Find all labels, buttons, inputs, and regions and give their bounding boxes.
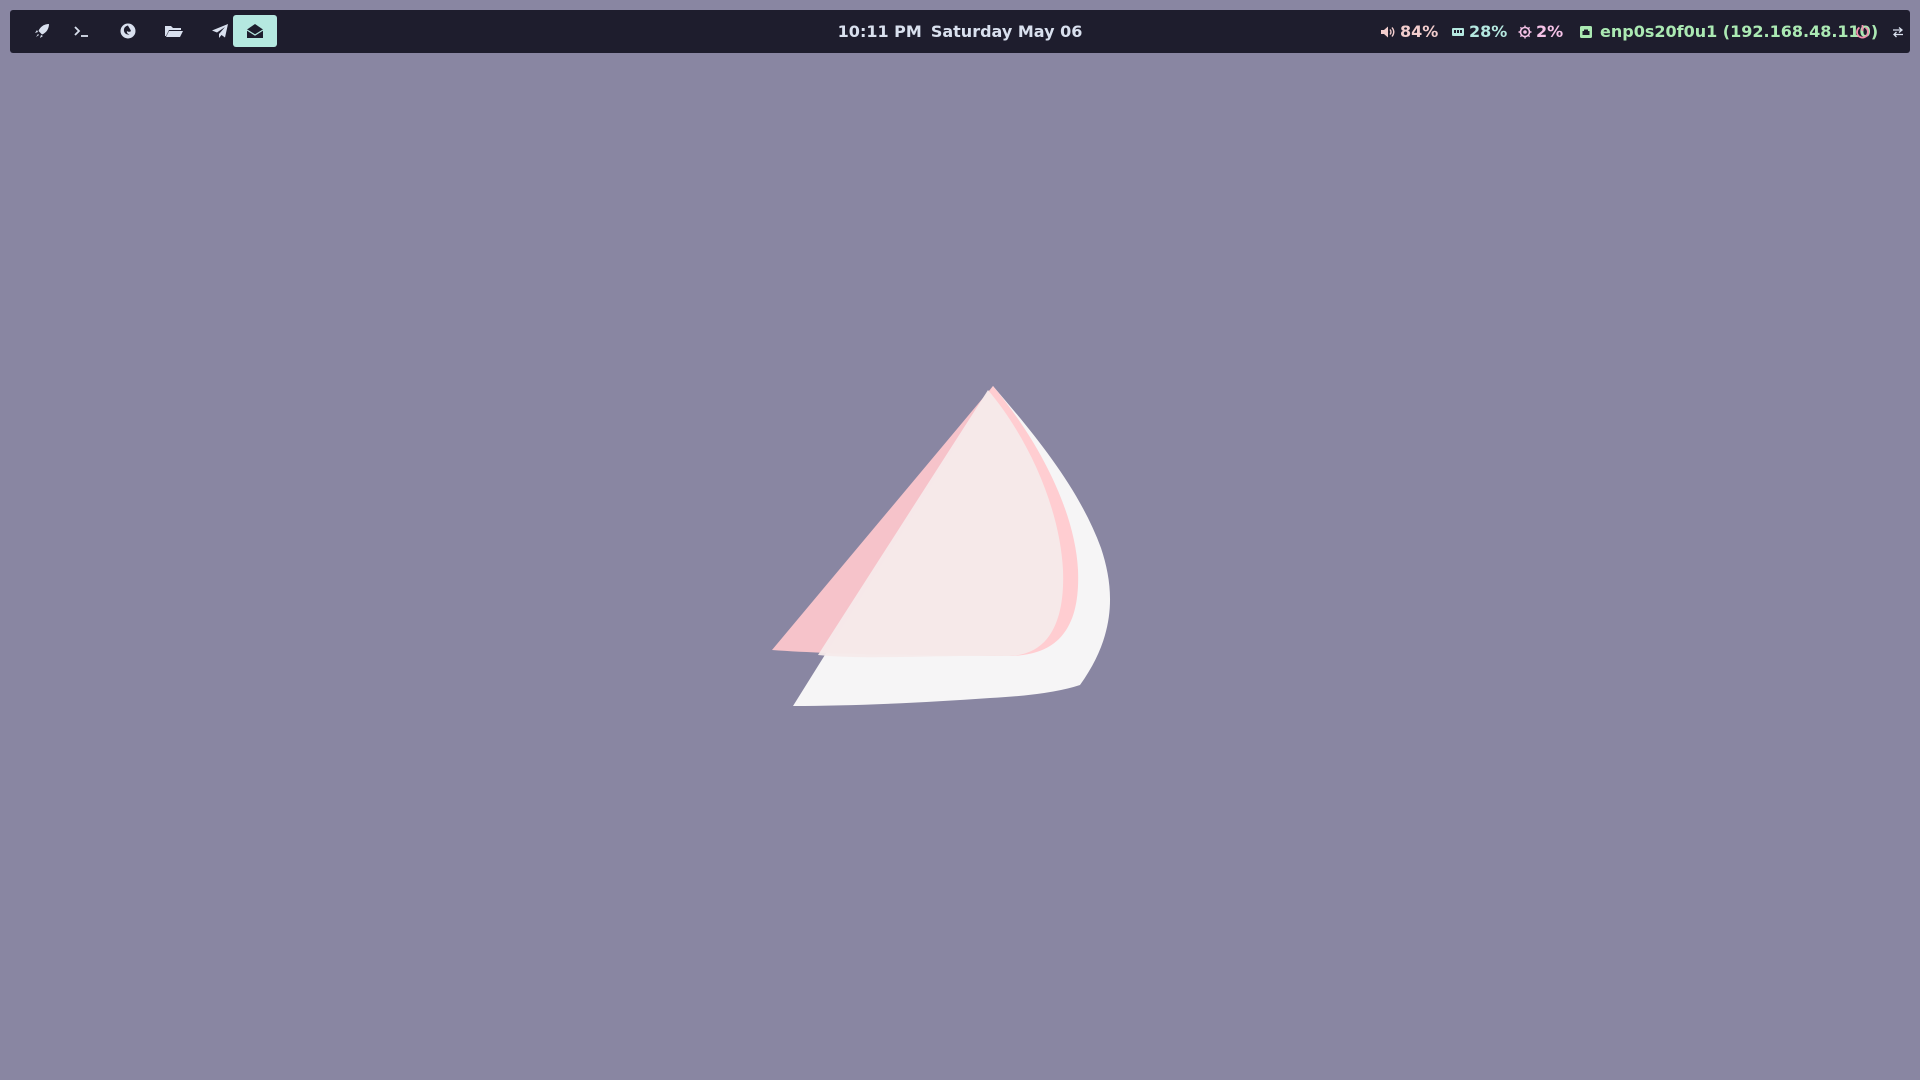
volume-module[interactable]: 84%: [1380, 10, 1438, 53]
volume-level: 84%: [1400, 22, 1439, 41]
workspace-6-mail[interactable]: [233, 15, 277, 47]
envelope-open-icon: [246, 24, 264, 38]
power-button[interactable]: [1855, 10, 1874, 53]
memory-icon: [1451, 26, 1465, 38]
top-bar: 10:11 PM Saturday May 06 84% 28% 2% enp0…: [10, 10, 1910, 53]
memory-usage: 28%: [1469, 22, 1508, 41]
terminal-icon: [74, 26, 88, 37]
clock-date: Saturday May 06: [930, 22, 1083, 41]
network-module[interactable]: enp0s20f0u1 (192.168.48.110): [1579, 10, 1878, 53]
cpu-usage: 2%: [1536, 22, 1564, 41]
swap-arrows-icon: [1891, 26, 1905, 38]
cpu-module: 2%: [1518, 10, 1563, 53]
paper-plane-icon: [212, 24, 228, 38]
folder-icon: [165, 26, 183, 37]
workspace-4-files[interactable]: [152, 15, 196, 47]
tray-toggle-button[interactable]: [1891, 10, 1909, 53]
network-status: enp0s20f0u1 (192.168.48.110): [1600, 22, 1879, 41]
power-icon: [1855, 24, 1870, 39]
rocket-icon: [35, 24, 49, 38]
firefox-icon: [120, 23, 136, 39]
workspace-3-firefox[interactable]: [106, 15, 150, 47]
memory-module: 28%: [1451, 10, 1507, 53]
cpu-icon: [1518, 25, 1532, 39]
speaker-icon: [1380, 25, 1396, 39]
desktop-wallpaper: 10:11 PM Saturday May 06 84% 28% 2% enp0…: [0, 0, 1920, 1080]
workspace-1-rocket[interactable]: [20, 15, 64, 47]
clock-time: 10:11 PM: [837, 22, 922, 41]
workspace-2-terminal[interactable]: [60, 15, 104, 47]
ethernet-icon: [1579, 25, 1593, 39]
wallpaper-logo: [772, 386, 1111, 706]
